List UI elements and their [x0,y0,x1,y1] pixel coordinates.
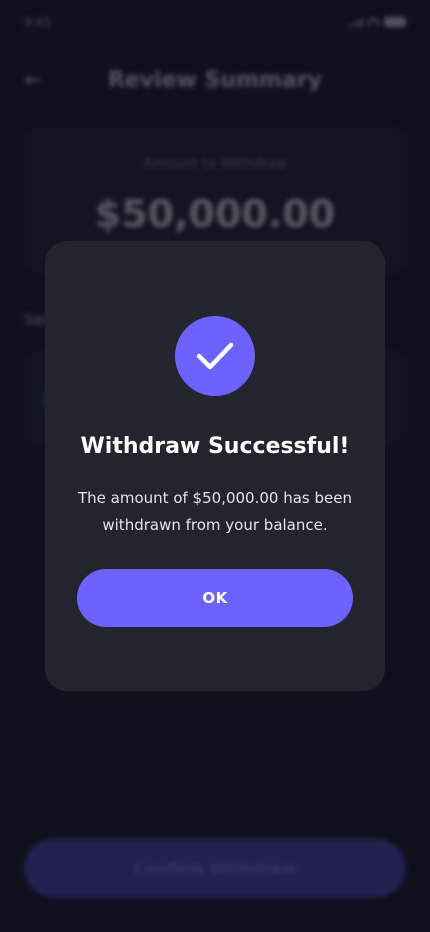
review-summary-screen: 9:41 ← Review Summary Amount to Withdraw… [0,0,430,932]
dialog-message: The amount of $50,000.00 has been withdr… [78,489,352,534]
success-badge [175,316,255,396]
ok-button[interactable]: OK [77,569,353,627]
checkmark-icon [196,342,234,370]
dialog-title: Withdraw Successful! [80,434,350,459]
success-dialog: Withdraw Successful! The amount of $50,0… [45,241,385,691]
